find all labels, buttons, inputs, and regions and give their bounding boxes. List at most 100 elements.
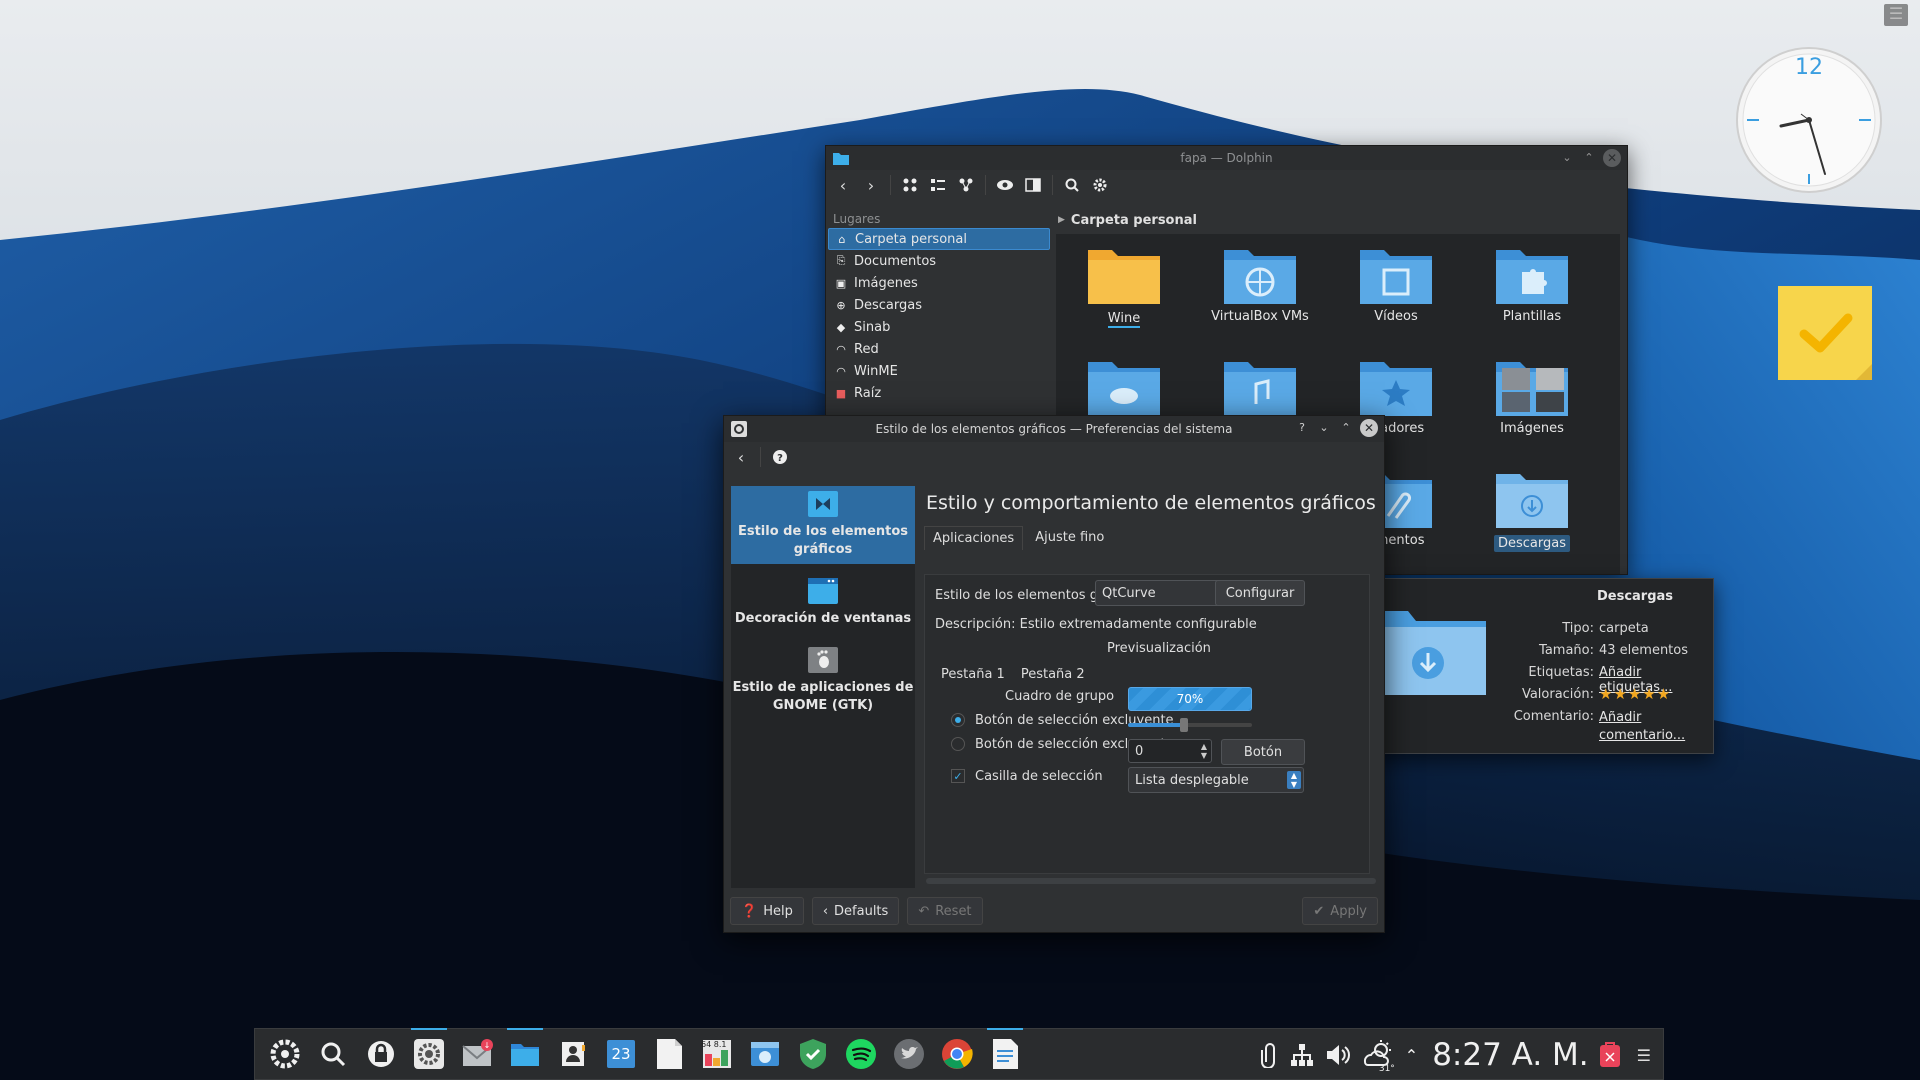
help-button[interactable]: ? bbox=[1294, 420, 1310, 436]
split-view-button[interactable] bbox=[1020, 173, 1046, 197]
place-imagenes[interactable]: ▣ Imágenes bbox=[828, 272, 1050, 294]
close-button[interactable]: ✕ bbox=[1603, 149, 1621, 167]
minimize-button[interactable]: ⌄ bbox=[1559, 150, 1575, 166]
category-window-decoration[interactable]: Decoración de ventanas bbox=[731, 564, 915, 642]
control-menu-button[interactable] bbox=[1087, 173, 1113, 197]
place-carpeta-personal[interactable]: ⌂ Carpeta personal bbox=[828, 228, 1050, 250]
maximize-button[interactable]: ⌃ bbox=[1338, 420, 1354, 436]
back-button[interactable]: ‹ bbox=[728, 445, 754, 469]
preview-slider[interactable] bbox=[1128, 718, 1252, 732]
file-manager-icon bbox=[511, 1044, 539, 1066]
folder-imagenes[interactable]: Imágenes bbox=[1472, 356, 1592, 436]
document-task[interactable] bbox=[983, 1028, 1027, 1076]
attachment-icon[interactable] bbox=[1260, 1042, 1279, 1068]
preview-button[interactable] bbox=[992, 173, 1018, 197]
wifi-icon: ◠ bbox=[836, 364, 846, 378]
place-raiz[interactable]: ■ Raíz bbox=[828, 382, 1050, 404]
dolphin-titlebar[interactable]: fapa — Dolphin ⌄ ⌃ ✕ bbox=[826, 146, 1627, 170]
tab-ajuste-fino[interactable]: Ajuste fino bbox=[1027, 526, 1112, 550]
footer-label: Reset bbox=[935, 903, 972, 919]
forward-button[interactable]: › bbox=[858, 173, 884, 197]
add-comment-link[interactable]: Añadir comentario... bbox=[1599, 709, 1699, 745]
preview-tab-1[interactable]: Pestaña 1 bbox=[941, 667, 1005, 682]
spotify-task[interactable] bbox=[839, 1032, 883, 1076]
defaults-button[interactable]: ‹ Defaults bbox=[811, 897, 900, 925]
search-button[interactable] bbox=[1059, 173, 1085, 197]
file-manager-task[interactable] bbox=[503, 1028, 547, 1076]
digital-clock[interactable]: 8:27 A. M. bbox=[1432, 1037, 1588, 1073]
configure-button[interactable]: Configurar bbox=[1215, 580, 1305, 606]
folder-icon bbox=[1088, 250, 1160, 304]
place-documentos[interactable]: ⎘ Documentos bbox=[828, 250, 1050, 272]
calendar-task[interactable]: 23 bbox=[599, 1032, 643, 1076]
place-winme[interactable]: ◠ WinME bbox=[828, 360, 1050, 382]
horizontal-scrollbar[interactable] bbox=[926, 878, 1376, 884]
button-label: Botón bbox=[1243, 744, 1283, 760]
maximize-button[interactable]: ⌃ bbox=[1581, 150, 1597, 166]
vpn-task[interactable] bbox=[791, 1032, 835, 1076]
preview-button[interactable]: Botón bbox=[1221, 739, 1305, 765]
notification-icon[interactable] bbox=[1599, 1042, 1621, 1068]
category-widget-style[interactable]: Estilo de los elementos gráficos bbox=[731, 486, 915, 564]
reset-button[interactable]: ↶ Reset bbox=[907, 897, 983, 925]
radio-button-unchecked[interactable] bbox=[951, 737, 965, 751]
close-button[interactable]: ✕ bbox=[1360, 419, 1378, 437]
settings-titlebar[interactable]: Estilo de los elementos gráficos — Prefe… bbox=[724, 416, 1384, 442]
sticky-note-widget[interactable] bbox=[1778, 286, 1872, 380]
contacts-task[interactable] bbox=[551, 1032, 595, 1076]
compact-view-button[interactable] bbox=[925, 173, 951, 197]
panel-menu-icon[interactable]: ☰ bbox=[1637, 1046, 1651, 1065]
folder-videos[interactable]: Vídeos bbox=[1336, 244, 1456, 324]
network-app-task[interactable] bbox=[743, 1032, 787, 1076]
radio-button-checked[interactable] bbox=[951, 713, 965, 727]
folder-descargas[interactable]: Descargas bbox=[1472, 468, 1592, 552]
tab-aplicaciones[interactable]: Aplicaciones bbox=[924, 526, 1024, 550]
calculator-task[interactable]: 64 8.1 bbox=[695, 1032, 739, 1076]
network-icon[interactable] bbox=[1289, 1042, 1315, 1068]
help-footer-button[interactable]: ❓ Help bbox=[730, 897, 804, 925]
help-menu-button[interactable]: ? bbox=[767, 445, 793, 469]
slider-handle[interactable] bbox=[1179, 718, 1188, 732]
twitter-task[interactable] bbox=[887, 1032, 931, 1076]
preview-tab-2[interactable]: Pestaña 2 bbox=[1021, 667, 1085, 682]
preview-spinbox[interactable]: 0 ▲ ▼ bbox=[1128, 739, 1212, 763]
checkbox-checked[interactable]: ✓ bbox=[951, 769, 965, 783]
details-view-button[interactable] bbox=[953, 173, 979, 197]
category-gtk-style[interactable]: Estilo de aplicaciones de GNOME (GTK) bbox=[731, 642, 915, 720]
mail-task[interactable]: ↓ bbox=[455, 1032, 499, 1076]
place-sinab[interactable]: ◆ Sinab bbox=[828, 316, 1050, 338]
folder-cloud[interactable] bbox=[1064, 356, 1184, 421]
widget-style-combo[interactable]: QtCurve ▲▼ bbox=[1095, 580, 1235, 606]
minimize-button[interactable]: ⌄ bbox=[1316, 420, 1332, 436]
breadcrumb[interactable]: ▶ Carpeta personal bbox=[1058, 210, 1197, 230]
place-red[interactable]: ◠ Red bbox=[828, 338, 1050, 360]
checkbox-row[interactable]: ✓ Casilla de selección bbox=[951, 765, 1103, 787]
places-panel: Lugares ⌂ Carpeta personal ⎘ Documentos ▣ I… bbox=[828, 208, 1050, 404]
lock-task[interactable] bbox=[359, 1032, 403, 1076]
desktop-menu-button[interactable]: ☰ bbox=[1884, 4, 1908, 26]
text-editor-task[interactable] bbox=[647, 1032, 691, 1076]
file-label: VirtualBox VMs bbox=[1211, 309, 1309, 324]
place-descargas[interactable]: ⊕ Descargas bbox=[828, 294, 1050, 316]
back-button[interactable]: ‹ bbox=[830, 173, 856, 197]
radio-row-1[interactable]: Botón de selección excluyente bbox=[951, 709, 1174, 731]
chrome-task[interactable] bbox=[935, 1032, 979, 1076]
apply-button[interactable]: ✔ Apply bbox=[1302, 897, 1378, 925]
folder-virtualbox-vms[interactable]: VirtualBox VMs bbox=[1200, 244, 1320, 324]
preview-dropdown[interactable]: Lista desplegable ▲ ▼ bbox=[1128, 767, 1304, 793]
icons-view-button[interactable] bbox=[897, 173, 923, 197]
system-settings-task[interactable] bbox=[407, 1028, 451, 1076]
progress-text: 70% bbox=[1176, 692, 1204, 706]
folder-wine[interactable]: Wine bbox=[1064, 244, 1184, 328]
folder-music[interactable] bbox=[1200, 356, 1320, 421]
rating-stars[interactable]: ★★★★★ bbox=[1599, 685, 1671, 703]
spin-arrows-icon[interactable]: ▲ ▼ bbox=[1201, 742, 1207, 760]
eye-icon bbox=[997, 180, 1013, 190]
weather-widget[interactable]: 31° bbox=[1361, 1040, 1395, 1074]
folder-plantillas[interactable]: Plantillas bbox=[1472, 244, 1592, 324]
app-launcher-icon bbox=[270, 1039, 300, 1069]
expand-tray-icon[interactable]: ⌃ bbox=[1405, 1046, 1418, 1065]
app-launcher-button[interactable] bbox=[263, 1032, 307, 1076]
volume-icon[interactable] bbox=[1325, 1043, 1351, 1067]
search-task[interactable] bbox=[311, 1032, 355, 1076]
